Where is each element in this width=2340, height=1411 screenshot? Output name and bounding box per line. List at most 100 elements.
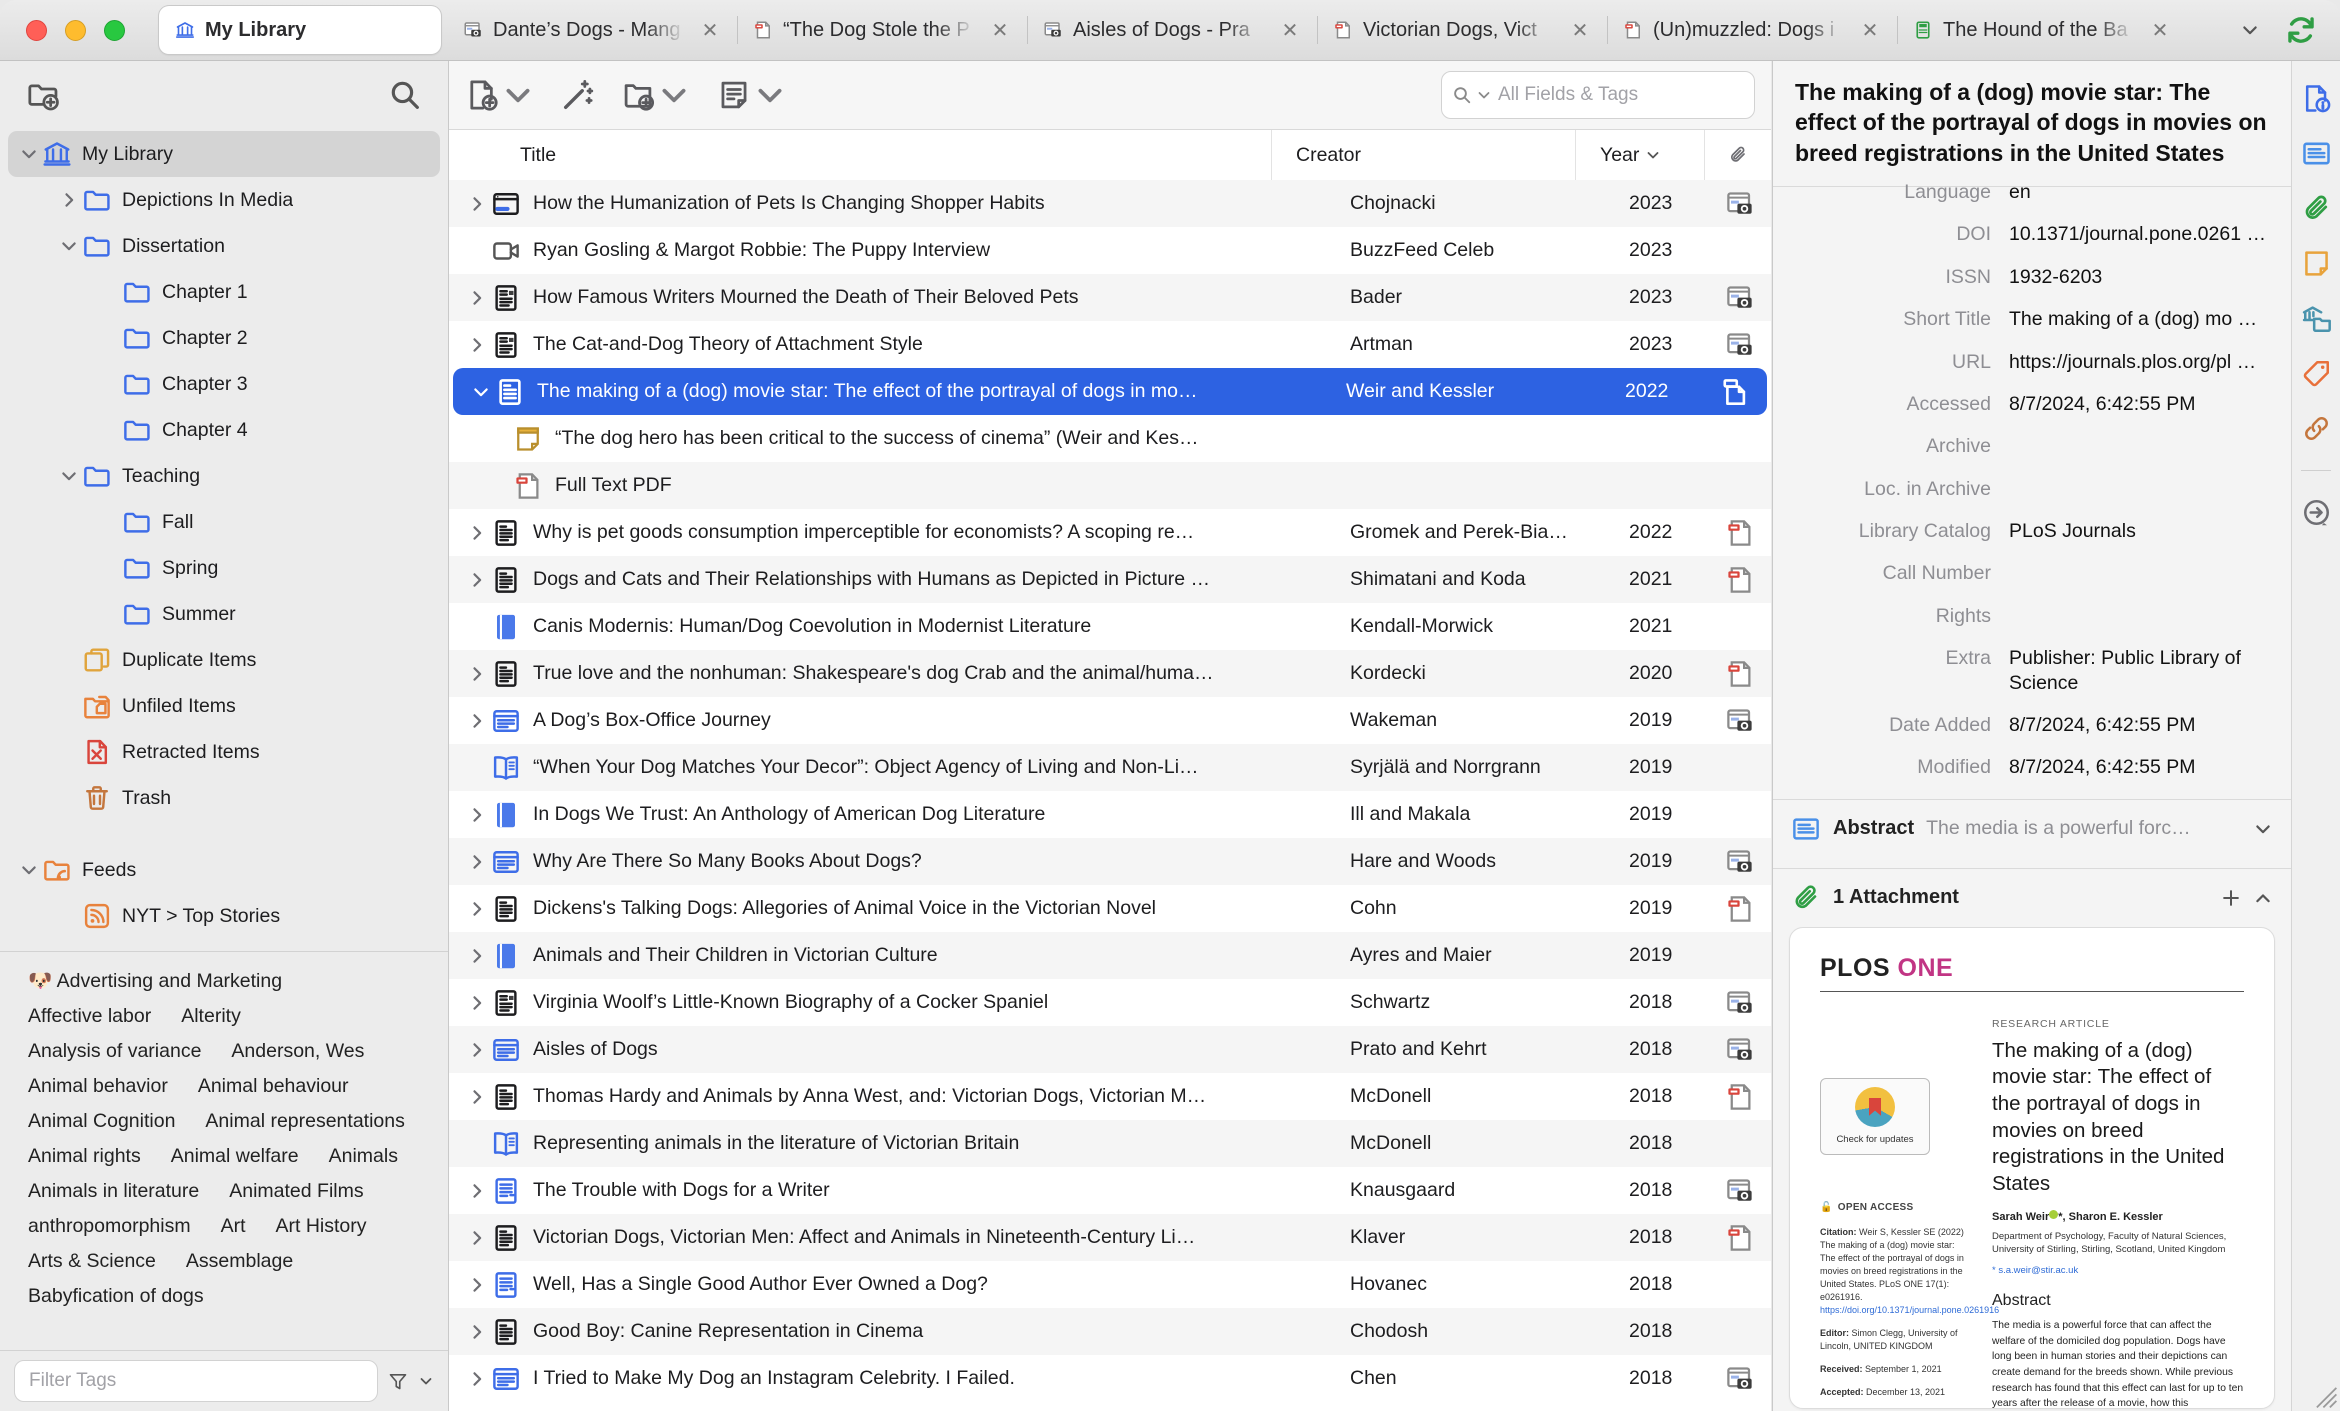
libraries-collections-tab-icon[interactable] bbox=[2301, 303, 2332, 334]
tag-item[interactable]: Alterity bbox=[181, 999, 241, 1034]
chevron-right-icon[interactable] bbox=[463, 1275, 491, 1295]
tab-reader-2[interactable]: Aisles of Dogs - Pra ✕ bbox=[1027, 0, 1317, 60]
field-row-url[interactable]: URL https://journals.plos.org/pl … bbox=[1773, 341, 2291, 383]
sidebar-item-fall[interactable]: Fall bbox=[8, 499, 440, 545]
sync-icon[interactable] bbox=[2278, 13, 2340, 47]
sidebar-item-chapter-3[interactable]: Chapter 3 bbox=[8, 361, 440, 407]
tag-item[interactable]: 🐶 Advertising and Marketing bbox=[28, 964, 282, 999]
tag-item[interactable]: Anderson, Wes bbox=[231, 1034, 364, 1069]
tag-item[interactable]: Art History bbox=[276, 1209, 367, 1244]
field-value[interactable]: en bbox=[2009, 180, 2269, 204]
field-value[interactable]: 8/7/2024, 6:42:55 PM bbox=[2009, 713, 2269, 737]
chevron-down-icon[interactable] bbox=[16, 860, 42, 880]
field-value[interactable] bbox=[2009, 477, 2269, 501]
sidebar-item-retracted-items[interactable]: Retracted Items bbox=[8, 729, 440, 775]
tag-item[interactable]: Animal behavior bbox=[28, 1069, 168, 1104]
add-by-identifier-button[interactable] bbox=[561, 78, 595, 112]
table-row[interactable]: Well, Has a Single Good Author Ever Owne… bbox=[449, 1261, 1771, 1308]
chevron-right-icon[interactable] bbox=[56, 190, 82, 210]
column-header-title[interactable]: Title bbox=[449, 130, 1271, 180]
add-attachment-plus-icon[interactable] bbox=[2221, 888, 2241, 908]
child-row[interactable]: “The dog hero has been critical to the s… bbox=[449, 415, 1771, 462]
sidebar-item-trash[interactable]: Trash bbox=[8, 775, 440, 821]
close-tab-icon[interactable]: ✕ bbox=[989, 18, 1011, 43]
chevron-right-icon[interactable] bbox=[463, 288, 491, 308]
sidebar-item-chapter-1[interactable]: Chapter 1 bbox=[8, 269, 440, 315]
chevron-down-icon[interactable] bbox=[467, 382, 495, 402]
info-tab-icon[interactable] bbox=[2301, 83, 2332, 114]
table-row[interactable]: How the Humanization of Pets Is Changing… bbox=[449, 180, 1771, 227]
attachments-section-header[interactable]: 1 Attachment bbox=[1773, 869, 2291, 923]
minimize-window-button[interactable] bbox=[65, 19, 86, 41]
tag-item[interactable]: Animal welfare bbox=[171, 1139, 299, 1174]
sidebar-item-nyt-top-stories[interactable]: NYT > Top Stories bbox=[8, 893, 440, 939]
tag-item[interactable]: Animal representations bbox=[205, 1104, 404, 1139]
chevron-right-icon[interactable] bbox=[463, 852, 491, 872]
sidebar-item-dissertation[interactable]: Dissertation bbox=[8, 223, 440, 269]
table-row[interactable]: Dickens's Talking Dogs: Allegories of An… bbox=[449, 885, 1771, 932]
field-row-accessed[interactable]: Accessed 8/7/2024, 6:42:55 PM bbox=[1773, 383, 2291, 425]
chevron-right-icon[interactable] bbox=[463, 711, 491, 731]
field-value[interactable]: The making of a (dog) mo … bbox=[2009, 307, 2269, 331]
chevron-right-icon[interactable] bbox=[463, 1087, 491, 1107]
field-row-archive[interactable]: Archive bbox=[1773, 425, 2291, 467]
table-row[interactable]: I Tried to Make My Dog an Instagram Cele… bbox=[449, 1355, 1771, 1402]
close-tab-icon[interactable]: ✕ bbox=[2149, 18, 2171, 43]
table-row[interactable]: The making of a (dog) movie star: The ef… bbox=[453, 368, 1767, 415]
tag-item[interactable]: Animal Cognition bbox=[28, 1104, 175, 1139]
chevron-right-icon[interactable] bbox=[463, 1181, 491, 1201]
field-value[interactable]: https://journals.plos.org/pl … bbox=[2009, 350, 2269, 374]
chevron-right-icon[interactable] bbox=[463, 805, 491, 825]
tag-item[interactable]: Assemblage bbox=[186, 1244, 293, 1279]
tag-item[interactable]: Art bbox=[221, 1209, 246, 1244]
sidebar-item-my-library[interactable]: My Library bbox=[8, 131, 440, 177]
notes-tab-icon[interactable] bbox=[2301, 248, 2332, 279]
sidebar-item-unfiled-items[interactable]: Unfiled Items bbox=[8, 683, 440, 729]
column-header-attachment[interactable] bbox=[1704, 130, 1771, 180]
table-row[interactable]: Victorian Dogs, Victorian Men: Affect an… bbox=[449, 1214, 1771, 1261]
collection-search-icon[interactable] bbox=[388, 78, 422, 112]
table-row[interactable]: The Trouble with Dogs for a Writer Knausg… bbox=[449, 1167, 1771, 1214]
close-tab-icon[interactable]: ✕ bbox=[1569, 18, 1591, 43]
field-value[interactable]: Publisher: Public Library of Science bbox=[2009, 646, 2269, 695]
sidebar-item-chapter-2[interactable]: Chapter 2 bbox=[8, 315, 440, 361]
abstract-section-header[interactable]: Abstract The media is a powerful forc… bbox=[1773, 800, 2291, 858]
new-item-button[interactable] bbox=[465, 78, 535, 112]
close-tab-icon[interactable]: ✕ bbox=[699, 18, 721, 43]
chevron-right-icon[interactable] bbox=[463, 523, 491, 543]
add-collection-icon[interactable] bbox=[26, 78, 60, 112]
collapse-chevron-up-icon[interactable] bbox=[2253, 888, 2273, 908]
close-tab-icon[interactable]: ✕ bbox=[1279, 18, 1301, 43]
sidebar-item-teaching[interactable]: Teaching bbox=[8, 453, 440, 499]
field-row-extra[interactable]: Extra Publisher: Public Library of Scienc… bbox=[1773, 637, 2291, 704]
tab-reader-1[interactable]: “The Dog Stole the P ✕ bbox=[737, 0, 1027, 60]
chevron-right-icon[interactable] bbox=[463, 1322, 491, 1342]
tag-item[interactable]: Arts & Science bbox=[28, 1244, 156, 1279]
field-row-loc-in-archive[interactable]: Loc. in Archive bbox=[1773, 468, 2291, 510]
tab-overflow-chevron-down-icon[interactable] bbox=[2222, 20, 2278, 40]
locate-tab-icon[interactable] bbox=[2301, 497, 2332, 528]
table-row[interactable]: Canis Modernis: Human/Dog Coevolution in… bbox=[449, 603, 1771, 650]
column-header-creator[interactable]: Creator bbox=[1271, 130, 1575, 180]
field-value[interactable] bbox=[2009, 434, 2269, 458]
tab-reader-3[interactable]: Victorian Dogs, Vict ✕ bbox=[1317, 0, 1607, 60]
chevron-down-icon[interactable] bbox=[16, 144, 42, 164]
child-row[interactable]: Full Text PDF bbox=[449, 462, 1771, 509]
new-attachment-button[interactable] bbox=[621, 78, 691, 112]
tab-my-library[interactable]: My Library bbox=[159, 6, 441, 54]
filter-tags-input[interactable] bbox=[14, 1360, 378, 1402]
chevron-down-icon[interactable] bbox=[56, 236, 82, 256]
table-row[interactable]: Animals and Their Children in Victorian … bbox=[449, 932, 1771, 979]
field-row-short-title[interactable]: Short Title The making of a (dog) mo … bbox=[1773, 298, 2291, 340]
sidebar-item-feeds[interactable]: Feeds bbox=[8, 847, 440, 893]
column-header-year[interactable]: Year bbox=[1575, 130, 1704, 180]
table-row[interactable]: Representing animals in the literature o… bbox=[449, 1120, 1771, 1167]
tags-tab-icon[interactable] bbox=[2301, 358, 2332, 389]
tag-item[interactable]: Animals bbox=[329, 1139, 398, 1174]
tag-item[interactable]: Animal rights bbox=[28, 1139, 141, 1174]
chevron-right-icon[interactable] bbox=[463, 335, 491, 355]
attachments-tab-icon[interactable] bbox=[2301, 193, 2332, 224]
tab-reader-0[interactable]: Dante’s Dogs - Mang ✕ bbox=[447, 0, 737, 60]
field-row-language[interactable]: Language en bbox=[1773, 171, 2291, 213]
table-row[interactable]: Aisles of Dogs Prato and Kehrt 2018 bbox=[449, 1026, 1771, 1073]
